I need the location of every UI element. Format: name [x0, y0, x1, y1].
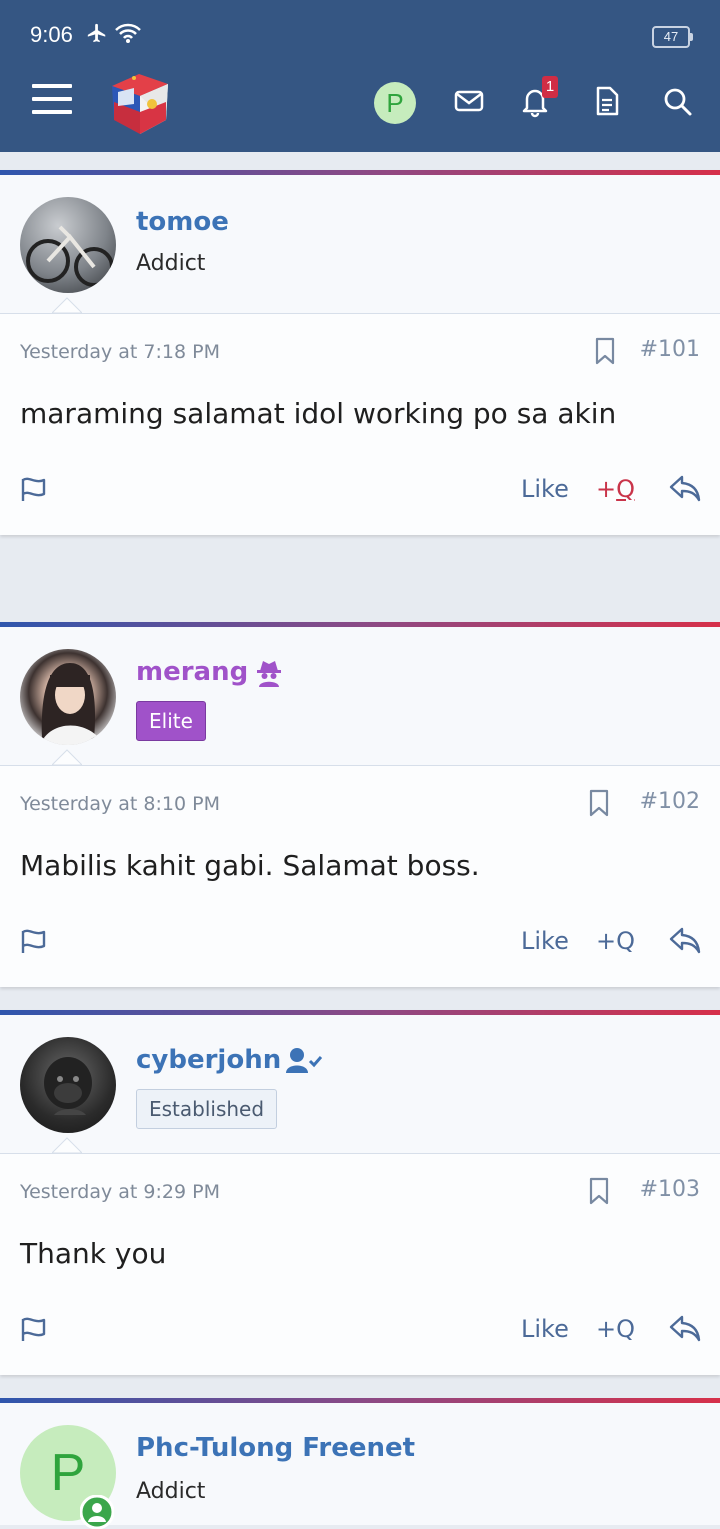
- post: P Phc-Tulong Freenet Addict: [0, 1398, 720, 1529]
- post: cyberjohn Established Yesterday at 9:29 …: [0, 1010, 720, 1375]
- flag-icon[interactable]: [20, 1315, 48, 1343]
- pointer-arrow: [52, 749, 82, 765]
- status-time: 9:06: [30, 22, 73, 47]
- logo[interactable]: [104, 72, 174, 138]
- avatar[interactable]: [20, 1037, 116, 1133]
- bookmark-icon[interactable]: [594, 337, 616, 365]
- document-icon[interactable]: [590, 84, 624, 118]
- post: tomoe Addict Yesterday at 7:18 PM #101 m…: [0, 170, 720, 535]
- avatar[interactable]: [20, 197, 116, 293]
- multi-quote-button[interactable]: +Q: [596, 1315, 635, 1343]
- bookmark-icon[interactable]: [588, 789, 610, 817]
- quote-q: Q: [616, 1315, 635, 1343]
- post-number[interactable]: #101: [640, 337, 700, 362]
- like-button[interactable]: Like: [521, 1315, 569, 1343]
- username[interactable]: merang: [136, 657, 248, 687]
- flag-icon[interactable]: [20, 927, 48, 955]
- quote-q: Q: [616, 927, 635, 955]
- post-content: maraming salamat idol working po sa akin: [20, 397, 617, 430]
- reply-icon[interactable]: [668, 1313, 702, 1343]
- flag-icon[interactable]: [20, 475, 48, 503]
- reply-icon[interactable]: [668, 473, 702, 503]
- wifi-icon: [115, 23, 141, 43]
- quote-plus: +: [596, 1315, 617, 1343]
- post-number[interactable]: #102: [640, 789, 700, 814]
- online-icon: [80, 1495, 114, 1529]
- search-icon[interactable]: [660, 84, 694, 118]
- reply-icon[interactable]: [668, 925, 702, 955]
- user-title: Addict: [136, 251, 206, 276]
- user-title: Established: [136, 1089, 278, 1129]
- quote-q: Q: [616, 475, 635, 503]
- bookmark-icon[interactable]: [588, 1177, 610, 1205]
- username[interactable]: cyberjohn: [136, 1045, 281, 1075]
- post-number[interactable]: #103: [640, 1177, 700, 1202]
- user-avatar[interactable]: P: [374, 82, 416, 124]
- status-bar: 9:06 47: [0, 0, 720, 72]
- post: merang Elite Yesterday at 8:10 PM #102 M…: [0, 622, 720, 987]
- user-check-icon: [286, 1048, 322, 1073]
- hamburger-icon[interactable]: [32, 84, 72, 116]
- quote-plus: +: [596, 475, 617, 503]
- user-title: Elite: [136, 701, 206, 741]
- airplane-icon: [87, 23, 106, 43]
- like-button[interactable]: Like: [521, 475, 569, 503]
- post-time[interactable]: Yesterday at 9:29 PM: [20, 1181, 220, 1203]
- pointer-arrow: [52, 297, 82, 313]
- post-content: Thank you: [20, 1237, 167, 1270]
- multi-quote-button[interactable]: +Q: [596, 927, 635, 955]
- battery-indicator: 47: [652, 26, 693, 48]
- spy-icon: [257, 661, 281, 687]
- status-icons: [86, 22, 142, 44]
- post-time[interactable]: Yesterday at 8:10 PM: [20, 793, 220, 815]
- multi-quote-button[interactable]: +Q: [596, 475, 635, 503]
- like-button[interactable]: Like: [521, 927, 569, 955]
- post-content: Mabilis kahit gabi. Salamat boss.: [20, 849, 480, 882]
- notification-badge: 1: [542, 76, 558, 98]
- post-time[interactable]: Yesterday at 7:18 PM: [20, 341, 220, 363]
- avatar[interactable]: [20, 649, 116, 745]
- username[interactable]: Phc-Tulong Freenet: [136, 1433, 415, 1463]
- user-title: Addict: [136, 1479, 206, 1504]
- mail-icon[interactable]: [452, 84, 486, 118]
- pointer-arrow: [52, 1137, 82, 1153]
- username[interactable]: tomoe: [136, 207, 229, 237]
- quote-plus: +: [596, 927, 617, 955]
